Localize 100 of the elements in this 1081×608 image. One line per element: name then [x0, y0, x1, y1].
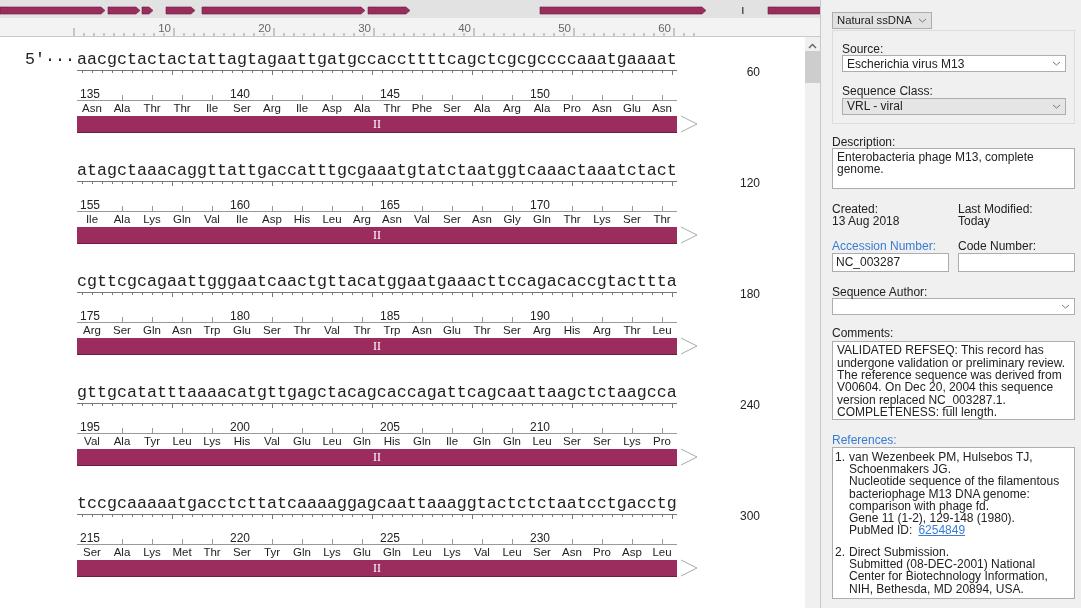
scrollbar[interactable]: [805, 37, 820, 608]
amino-acid: Glu: [622, 101, 642, 115]
ruler-label: 40: [458, 22, 471, 34]
sequence-text: gttgcatatttaaaacatgttgagctacagcaccagattcagcaattaagctctaagcca: [77, 383, 677, 403]
amino-acid: Ser: [592, 434, 612, 448]
field-label: Sequence Author:: [832, 285, 929, 299]
sequence-text: cgttcgcagaattgggaatcaactgttacatggaatgaaacttccagacaccgtacttta: [77, 272, 677, 292]
amino-acid: Tyr: [143, 434, 161, 448]
amino-acid: Ala: [112, 101, 132, 115]
feature-bar[interactable]: II: [77, 226, 677, 244]
amino-acid: Leu: [321, 212, 343, 226]
amino-acid: Asp: [321, 101, 343, 115]
amino-acid: Pro: [652, 434, 672, 448]
chevron-down-icon: [1061, 304, 1070, 310]
residue-number: 175: [80, 309, 101, 323]
amino-acid: Ser: [232, 545, 252, 559]
amino-acid: Leu: [171, 434, 193, 448]
field-label: Description:: [832, 135, 897, 148]
residue-number: 180: [230, 309, 251, 323]
amino-acid: Lys: [142, 212, 162, 226]
pubmed-link[interactable]: 6254849: [918, 524, 966, 537]
amino-acid: Lys: [622, 434, 642, 448]
molecule-type-dropdown[interactable]: Natural ssDNA: [832, 12, 932, 29]
reference-title: Direct Submission.: [849, 545, 951, 559]
accession-number-field[interactable]: NC_003287: [832, 252, 949, 272]
amino-acid: Ile: [294, 101, 310, 115]
amino-acid: Val: [263, 434, 281, 448]
amino-acid: Pro: [562, 101, 582, 115]
ruler-label: 20: [258, 22, 271, 34]
amino-acid: Arg: [262, 101, 282, 115]
arrow-end-icon: [680, 559, 698, 577]
amino-acid: Asn: [411, 323, 433, 337]
code-number-field[interactable]: [958, 252, 1075, 272]
amino-acid: Gln: [142, 323, 162, 337]
ruler-label: 50: [558, 22, 571, 34]
amino-acid: Glu: [232, 323, 252, 337]
feature-arrow: [767, 6, 820, 15]
strand-label: 5′···: [25, 50, 75, 69]
amino-acid: Asp: [261, 212, 283, 226]
amino-acid: Ile: [84, 212, 100, 226]
amino-acid: Ser: [112, 323, 132, 337]
amino-acid: Gln: [472, 434, 492, 448]
amino-acid: Ser: [502, 323, 522, 337]
amino-acid: Ser: [232, 101, 252, 115]
amino-acid: Val: [203, 212, 221, 226]
sequence-author-select[interactable]: [832, 298, 1075, 316]
amino-acid: Gln: [382, 545, 402, 559]
amino-acid: Asn: [81, 101, 103, 115]
amino-acid: Asn: [381, 212, 403, 226]
amino-acid: Leu: [651, 323, 673, 337]
amino-acid: Thr: [202, 545, 222, 559]
comments-field[interactable]: VALIDATED REFSEQ: This record has undergone validation or preliminary review. The reference sequence was derived from V00604. On Dec 20, 2004 this sequence version replaced NC_003287.1. COMPLETENESS: full length.: [832, 341, 1075, 421]
chevron-down-icon: [1052, 61, 1061, 67]
amino-acid: His: [382, 434, 402, 448]
amino-acid: Asp: [621, 545, 643, 559]
residue-number: 210: [530, 420, 551, 434]
amino-acid: Leu: [501, 545, 523, 559]
field-link-label[interactable]: References:: [832, 434, 1075, 447]
amino-acid: Asn: [171, 323, 193, 337]
feature-mark: [742, 7, 744, 14]
amino-acid: Thr: [622, 323, 642, 337]
residue-number: 205: [380, 420, 401, 434]
amino-acid: Gln: [412, 434, 432, 448]
amino-acid: Tyr: [263, 545, 281, 559]
amino-acid: Glu: [352, 545, 372, 559]
feature-bar[interactable]: II: [77, 337, 677, 355]
residue-number: 170: [530, 198, 551, 212]
amino-acid: Ala: [112, 545, 132, 559]
residue-number: 150: [530, 87, 551, 101]
scroll-thumb[interactable]: [805, 51, 820, 83]
feature-bar[interactable]: II: [77, 115, 677, 133]
description-field[interactable]: Enterobacteria phage M13, complete genome.: [832, 147, 1075, 189]
position-number: 240: [739, 398, 760, 412]
field-link-label[interactable]: Accession Number:: [832, 240, 949, 253]
amino-acid: His: [232, 434, 252, 448]
residue-number: 220: [230, 531, 251, 545]
sequence-text: aacgctactactattagtagaattgatgccaccttttcagctcgcgccccaaatgaaaat: [77, 50, 677, 70]
amino-acid: Thr: [652, 212, 672, 226]
pubmed-label: PubMed ID:: [849, 524, 913, 537]
residue-number: 145: [380, 87, 401, 101]
ruler-label: 30: [358, 22, 371, 34]
reference-title: Nucleotide sequence of the filamentous bacteriophage M13 DNA genome: comparison with phage fd.: [849, 475, 1061, 513]
position-number: 120: [739, 176, 760, 190]
ruler-label: 10: [158, 22, 171, 34]
amino-acid: Ala: [472, 101, 492, 115]
scroll-up-icon[interactable]: [808, 43, 817, 49]
field-label: Comments:: [832, 327, 895, 340]
amino-acid: Ser: [442, 212, 462, 226]
field-label: Last Modified:: [958, 202, 1034, 216]
residue-number: 160: [230, 198, 251, 212]
amino-acid: Val: [473, 545, 491, 559]
ruler-label: 60: [658, 22, 671, 34]
amino-acid: Leu: [321, 434, 343, 448]
amino-acid: Ser: [82, 545, 102, 559]
amino-acid: Arg: [532, 323, 552, 337]
feature-bar[interactable]: II: [77, 448, 677, 466]
residue-number: 215: [80, 531, 101, 545]
source-select[interactable]: Escherichia virus M13: [842, 55, 1066, 73]
feature-bar[interactable]: II: [77, 559, 677, 577]
sequence-text: tccgcaaaaatgacctcttatcaaaaggagcaattaaaggtactctctaatcctgacctg: [77, 494, 677, 514]
